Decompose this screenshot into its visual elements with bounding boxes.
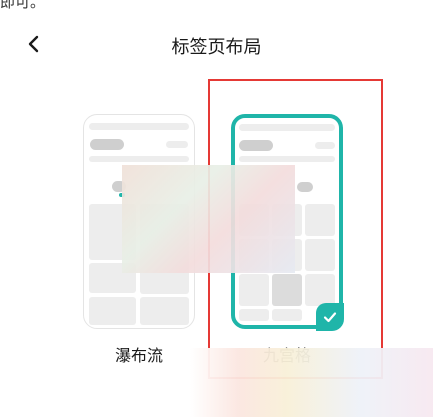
preview-bar xyxy=(166,141,188,148)
preview-bar xyxy=(89,123,189,130)
preview-pill xyxy=(90,139,124,150)
preview-tile xyxy=(140,297,189,325)
waterfall-label[interactable]: 瀑布流 xyxy=(83,342,195,366)
blurred-overlay xyxy=(190,348,433,417)
preview-bar xyxy=(89,156,189,162)
blurred-overlay xyxy=(122,165,295,273)
page-title: 标签页布局 xyxy=(171,37,262,58)
preview-tile xyxy=(89,297,136,325)
instruction-text-fragment: 即可。 xyxy=(0,0,46,11)
